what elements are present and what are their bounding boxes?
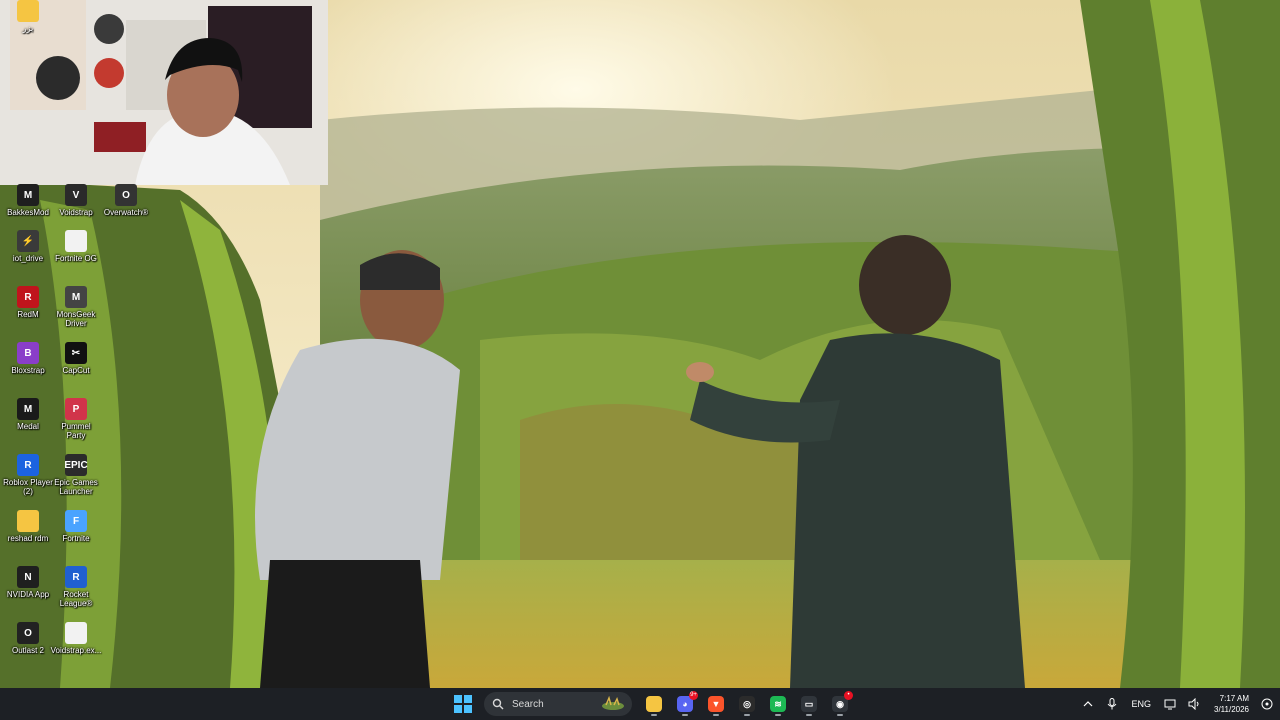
voidstrap-icon: V	[65, 184, 87, 206]
network-icon[interactable]	[1163, 697, 1177, 711]
rocket-league-icon: R	[65, 566, 87, 588]
taskbar: Search ◕ 9+ ▼ ◎ ≋ ▭ ◉ • ENG 7:17 AM 3/11/2026	[0, 688, 1280, 720]
desktop-icon-label: MonsGeek Driver	[56, 310, 96, 328]
taskbar-app-obs[interactable]: ◎	[735, 692, 759, 716]
clock[interactable]: 7:17 AM 3/11/2026	[1214, 693, 1249, 715]
taskbar-app-screen-tool[interactable]: ▭	[797, 692, 821, 716]
system-tray: ENG 7:17 AM 3/11/2026	[1076, 688, 1280, 720]
taskbar-center: Search ◕ 9+ ▼ ◎ ≋ ▭ ◉ •	[452, 688, 853, 720]
redm-icon: R	[17, 286, 39, 308]
notification-badge: •	[844, 691, 853, 700]
desktop-icon-label: Voidstrap	[59, 208, 93, 217]
nvidia-icon: N	[17, 566, 39, 588]
desktop-icon-label: reshad rdm	[7, 534, 49, 543]
desktop-icon-label: Fortnite OG	[55, 254, 97, 263]
desktop-icon-label: Medal	[17, 422, 39, 431]
desktop-icon-label: Rocket League®	[59, 590, 93, 608]
desktop-icon-label: Pummel Party	[61, 422, 91, 440]
desktop-icon[interactable]: ✂ CapCut	[48, 342, 104, 375]
desktop-icon[interactable]: R Rocket League®	[48, 566, 104, 608]
epic-games-icon: EPIC	[64, 454, 88, 476]
desktop-icon-label: بزر	[22, 24, 34, 33]
capcut-icon: ✂	[65, 342, 87, 364]
folder-icon	[17, 0, 39, 22]
taskbar-app-file-explorer[interactable]	[642, 692, 666, 716]
roblox-icon: R	[17, 454, 39, 476]
desktop-icon-label: Epic Games Launcher	[54, 478, 98, 496]
desktop-icon-label: BakkesMod	[7, 208, 49, 217]
desktop-icon-label: iot_drive	[12, 254, 44, 263]
monsgeek-icon: M	[65, 286, 87, 308]
medal-icon: M	[17, 398, 39, 420]
volume-icon[interactable]	[1187, 697, 1201, 711]
iot-drive-icon: ⚡	[17, 230, 39, 252]
search-label: Search	[512, 698, 544, 710]
taskbar-app-recording[interactable]: ◉ •	[828, 691, 853, 716]
desktop-icon[interactable]: بزر	[0, 0, 56, 33]
overwatch-icon: O	[115, 184, 137, 206]
desktop-icon[interactable]: O Overwatch®	[98, 184, 154, 217]
file-icon	[65, 230, 87, 252]
running-indicator	[682, 714, 688, 716]
desktop-icon-label: Bloxstrap	[11, 366, 45, 375]
fortnite-icon: F	[65, 510, 87, 532]
chevron-up-icon[interactable]	[1081, 697, 1095, 711]
taskbar-app-brave[interactable]: ▼	[704, 692, 728, 716]
file-icon	[65, 622, 87, 644]
start-button[interactable]	[452, 693, 474, 715]
running-indicator	[806, 714, 812, 716]
desktop-icon[interactable]: EPIC Epic Games Launcher	[48, 454, 104, 496]
spotify-icon: ≋	[770, 696, 786, 712]
search-box[interactable]: Search	[484, 692, 632, 716]
language-indicator[interactable]: ENG	[1131, 699, 1151, 709]
desktop-icon[interactable]: M MonsGeek Driver	[48, 286, 104, 328]
desktop-icon[interactable]: F Fortnite	[48, 510, 104, 543]
desktop-icon-label: Outlast 2	[11, 646, 44, 655]
obs-icon: ◎	[739, 696, 755, 712]
pummel-party-icon: P	[65, 398, 87, 420]
desktop-icon-label: Fortnite	[62, 534, 90, 543]
microphone-icon[interactable]	[1105, 697, 1119, 711]
desktop-icon[interactable]: Fortnite OG	[48, 230, 104, 263]
search-icon	[492, 698, 504, 710]
desktop-icon[interactable]: V Voidstrap	[48, 184, 104, 217]
running-indicator	[775, 714, 781, 716]
notification-bell-icon[interactable]	[1260, 697, 1274, 711]
folder-icon	[17, 510, 39, 532]
desktop-icon-label: RedM	[17, 310, 39, 319]
window-icon: ▭	[801, 696, 817, 712]
taskbar-app-spotify[interactable]: ≋	[766, 692, 790, 716]
clock-time: 7:17 AM	[1219, 694, 1249, 703]
taskbar-apps: ◕ 9+ ▼ ◎ ≋ ▭ ◉ •	[642, 691, 853, 716]
bloxstrap-icon: B	[17, 342, 39, 364]
brave-icon: ▼	[708, 696, 724, 712]
desktop-icon-label: NVIDIA App	[6, 590, 50, 599]
clock-date: 3/11/2026	[1214, 705, 1249, 714]
search-highlight-icon	[602, 696, 624, 710]
taskbar-app-discord[interactable]: ◕ 9+	[673, 691, 698, 716]
bakkesmod-icon: M	[17, 184, 39, 206]
outlast-icon: O	[17, 622, 39, 644]
running-indicator	[713, 714, 719, 716]
desktop-icon-label: Voidstrap.ex...	[50, 646, 102, 655]
running-indicator	[651, 714, 657, 716]
desktop-icon[interactable]: P Pummel Party	[48, 398, 104, 440]
desktop-icon-label: Overwatch®	[103, 208, 149, 217]
desktop-icon-label: Roblox Player (2)	[3, 478, 53, 496]
desktop-icon[interactable]: Voidstrap.ex...	[48, 622, 104, 655]
desktop-icon-label: CapCut	[62, 366, 90, 375]
running-indicator	[837, 714, 843, 716]
folder-icon	[646, 696, 662, 712]
running-indicator	[744, 714, 750, 716]
notification-badge: 9+	[689, 691, 698, 700]
